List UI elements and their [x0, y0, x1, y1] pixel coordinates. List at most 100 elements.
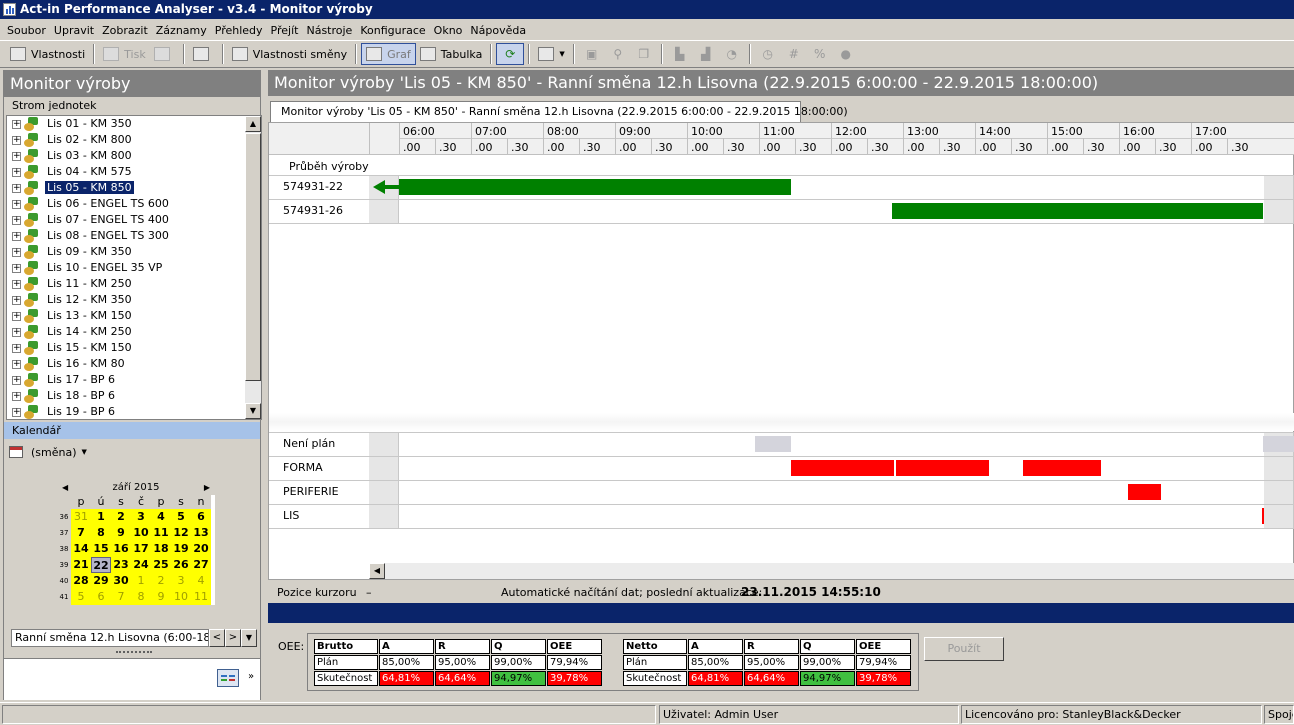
calendar-day[interactable]: 26: [171, 557, 191, 573]
calendar-day[interactable]: 5: [71, 589, 91, 605]
expand-icon[interactable]: +: [12, 360, 21, 369]
calendar-day[interactable]: 20: [191, 541, 211, 557]
expand-icon[interactable]: +: [12, 184, 21, 193]
calendar-day[interactable]: 25: [151, 557, 171, 573]
tree-item[interactable]: + Lis 04 - KM 575: [7, 164, 261, 180]
calendar-day[interactable]: 7: [111, 589, 131, 605]
expand-icon[interactable]: +: [12, 200, 21, 209]
calendar-day[interactable]: 31: [71, 509, 91, 525]
menu-item[interactable]: Přehledy: [211, 24, 267, 37]
tree-item[interactable]: + Lis 17 - BP 6: [7, 372, 261, 388]
calendar-day[interactable]: 5: [171, 509, 191, 525]
tree-item[interactable]: + Lis 08 - ENGEL TS 300: [7, 228, 261, 244]
tree-item[interactable]: + Lis 13 - KM 150: [7, 308, 261, 324]
calendar-day[interactable]: 6: [91, 589, 111, 605]
calendar-day[interactable]: 30: [111, 573, 131, 589]
search-button[interactable]: ⚲: [605, 43, 631, 65]
tree-header[interactable]: Strom jednotek: [4, 97, 260, 114]
menu-item[interactable]: Zobrazit: [98, 24, 152, 37]
menu-item[interactable]: Konfigurace: [356, 24, 429, 37]
scroll-thumb[interactable]: [245, 133, 261, 381]
tree-item[interactable]: + Lis 19 - BP 6: [7, 404, 261, 419]
menu-item[interactable]: Nápověda: [466, 24, 530, 37]
bar-chart-button[interactable]: ▙: [667, 43, 693, 65]
menu-item[interactable]: Upravit: [50, 24, 98, 37]
next-month-button[interactable]: ▶: [204, 483, 210, 492]
scroll-up-button[interactable]: ▲: [245, 116, 261, 132]
tree-item[interactable]: + Lis 03 - KM 800: [7, 148, 261, 164]
calendar-day[interactable]: 6: [191, 509, 211, 525]
shift-dropdown-button[interactable]: ▼: [241, 629, 257, 647]
status-bar-segment[interactable]: [791, 460, 894, 476]
calendar-day[interactable]: 21: [71, 557, 91, 573]
gantt-horizontal-scrollbar[interactable]: ◀: [369, 563, 1294, 579]
calendar-day[interactable]: 27: [191, 557, 211, 573]
menu-item[interactable]: Nástroje: [302, 24, 356, 37]
menu-item[interactable]: Záznamy: [152, 24, 211, 37]
tree-item[interactable]: + Lis 12 - KM 350: [7, 292, 261, 308]
more-chevron-icon[interactable]: »: [248, 671, 254, 682]
calendar-day[interactable]: 3: [171, 573, 191, 589]
expand-icon[interactable]: +: [12, 328, 21, 337]
tree-item[interactable]: + Lis 06 - ENGEL TS 600: [7, 196, 261, 212]
expand-icon[interactable]: +: [12, 296, 21, 305]
calendar-day[interactable]: 4: [151, 509, 171, 525]
tree-item[interactable]: + Lis 15 - KM 150: [7, 340, 261, 356]
expand-icon[interactable]: +: [12, 280, 21, 289]
calendar-day[interactable]: 8: [131, 589, 151, 605]
expand-icon[interactable]: +: [12, 392, 21, 401]
status-bar-segment[interactable]: [1023, 460, 1101, 476]
calendar-day[interactable]: 16: [111, 541, 131, 557]
calendar-day[interactable]: 9: [111, 525, 131, 541]
calendar-day[interactable]: 14: [71, 541, 91, 557]
menu-item[interactable]: Okno: [430, 24, 467, 37]
calendar-day[interactable]: 17: [131, 541, 151, 557]
status-bar-segment[interactable]: [755, 436, 792, 452]
tree-item[interactable]: + Lis 10 - ENGEL 35 VP: [7, 260, 261, 276]
menu-item[interactable]: Soubor: [3, 24, 50, 37]
next-shift-button[interactable]: >: [225, 629, 241, 647]
production-bar[interactable]: [892, 203, 1263, 219]
count-button[interactable]: #: [781, 43, 807, 65]
print-preview-button[interactable]: [150, 43, 179, 65]
calendar-day[interactable]: 4: [191, 573, 211, 589]
calendar-day[interactable]: 12: [171, 525, 191, 541]
db-button[interactable]: ▣: [579, 43, 605, 65]
calendar-mode-select[interactable]: (směna) ▼: [9, 443, 87, 461]
status-bar-segment[interactable]: [1263, 436, 1294, 452]
pie-button[interactable]: ◔: [719, 43, 745, 65]
tree-item[interactable]: + Lis 05 - KM 850: [7, 180, 261, 196]
shift-properties-button[interactable]: Vlastnosti směny: [228, 43, 351, 65]
status-bar-segment[interactable]: [1128, 484, 1161, 500]
calendar-day[interactable]: 28: [71, 573, 91, 589]
status-bar-segment[interactable]: [895, 460, 990, 476]
expand-icon[interactable]: +: [12, 248, 21, 257]
expand-icon[interactable]: +: [12, 216, 21, 225]
calendar-day[interactable]: 9: [151, 589, 171, 605]
money-button[interactable]: ●: [833, 43, 859, 65]
tree-item[interactable]: + Lis 18 - BP 6: [7, 388, 261, 404]
scroll-down-button[interactable]: ▼: [245, 403, 261, 419]
expand-icon[interactable]: +: [12, 312, 21, 321]
expand-icon[interactable]: +: [12, 344, 21, 353]
table-button[interactable]: Tabulka: [416, 43, 487, 65]
menu-item[interactable]: Přejít: [267, 24, 303, 37]
expand-icon[interactable]: +: [12, 376, 21, 385]
tree-item[interactable]: + Lis 09 - KM 350: [7, 244, 261, 260]
percent-button[interactable]: %: [807, 43, 833, 65]
calendar-day[interactable]: 24: [131, 557, 151, 573]
calendar-day[interactable]: 2: [111, 509, 131, 525]
window-button[interactable]: [189, 43, 218, 65]
apply-button[interactable]: Použít: [924, 637, 1004, 661]
scroll-left-button[interactable]: ◀: [369, 563, 385, 579]
expand-icon[interactable]: +: [12, 232, 21, 241]
calendar-header[interactable]: Kalendář: [4, 422, 260, 439]
tree-item[interactable]: + Lis 14 - KM 250: [7, 324, 261, 340]
expand-icon[interactable]: +: [12, 168, 21, 177]
calendar-day[interactable]: 11: [191, 589, 211, 605]
status-bar-segment[interactable]: [1261, 508, 1264, 524]
graph-button[interactable]: Graf: [361, 43, 416, 65]
calendar-day[interactable]: 22: [91, 557, 111, 573]
calendar-day[interactable]: 2: [151, 573, 171, 589]
calendar-day[interactable]: 18: [151, 541, 171, 557]
